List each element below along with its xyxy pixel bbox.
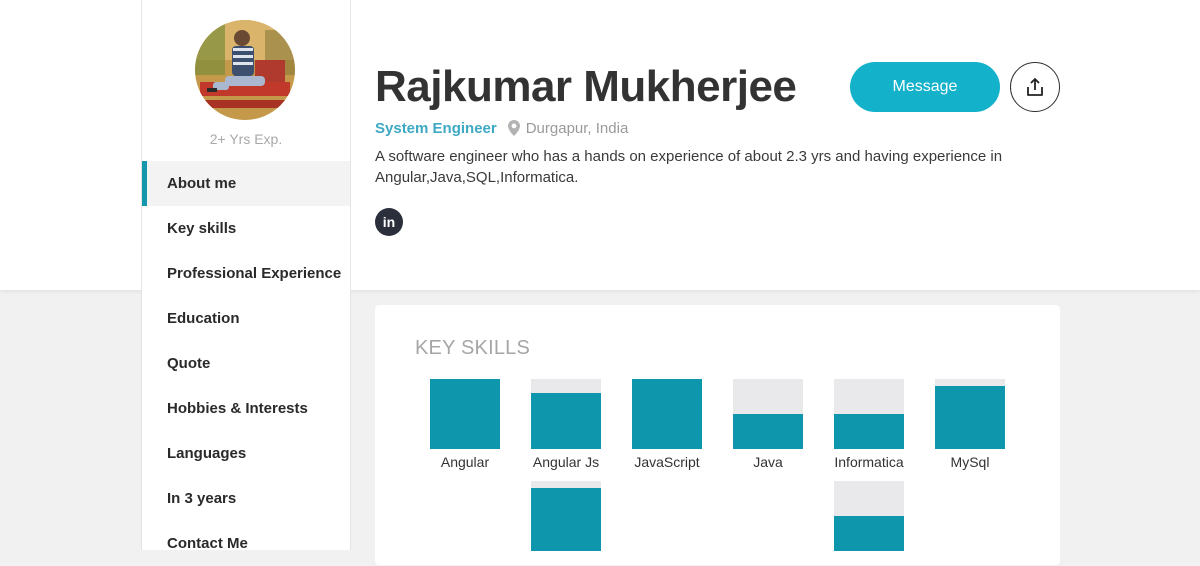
- sidebar-item-quote[interactable]: Quote: [142, 341, 350, 386]
- skill-bar-track: [834, 481, 904, 551]
- message-button[interactable]: Message: [850, 62, 1000, 112]
- avatar: [195, 20, 295, 120]
- sidebar-item-contact-me[interactable]: Contact Me: [142, 521, 350, 566]
- skill-bar-track: [531, 379, 601, 449]
- key-skills-title: KEY SKILLS: [415, 337, 531, 359]
- skill-bar-track: [430, 379, 500, 449]
- skill-bar-fill: [733, 414, 803, 449]
- skill-bar-fill: [935, 386, 1005, 449]
- key-skills-card: KEY SKILLS Angular Angular Js JavaScript Ja…: [375, 305, 1060, 565]
- linkedin-icon[interactable]: in: [375, 208, 403, 236]
- skill-label: MySql: [950, 454, 990, 470]
- share-upload-icon: [1011, 77, 1059, 97]
- skill-bar-fill: [531, 488, 601, 551]
- sidebar-item-in-3-years[interactable]: In 3 years: [142, 476, 350, 521]
- skill-bar-fill: [834, 516, 904, 551]
- sidebar-nav: About me Key skills Professional Experienc…: [142, 161, 350, 566]
- skill-label: Angular: [440, 454, 490, 470]
- sidebar-item-hobbies-interests[interactable]: Hobbies & Interests: [142, 386, 350, 431]
- skill-bar-fill: [834, 414, 904, 449]
- sidebar-item-key-skills[interactable]: Key skills: [142, 206, 350, 251]
- skill-bar-track: [531, 481, 601, 551]
- skill-bar-track: [834, 379, 904, 449]
- sidebar-item-about-me[interactable]: About me: [142, 161, 350, 206]
- skill-label: Angular Js: [532, 454, 600, 470]
- sidebar-item-languages[interactable]: Languages: [142, 431, 350, 476]
- skill-label: JavaScript: [634, 454, 700, 470]
- skill-label: Java: [753, 454, 783, 470]
- profile-meta: System Engineer Durgapur, India: [375, 120, 628, 140]
- skill-bar-fill: [430, 379, 500, 449]
- sidebar-item-professional-experience[interactable]: Professional Experience: [142, 251, 350, 296]
- sidebar: 2+ Yrs Exp. About me Key skills Profession…: [141, 0, 351, 552]
- job-title: System Engineer: [375, 120, 497, 137]
- skill-bar-fill: [632, 379, 702, 449]
- skill-bar-track: [632, 379, 702, 449]
- skill-bar-track: [733, 379, 803, 449]
- profile-bio: A software engineer who has a hands on e…: [375, 148, 1003, 186]
- experience-label: 2+ Yrs Exp.: [209, 131, 283, 147]
- sidebar-item-education[interactable]: Education: [142, 296, 350, 341]
- share-button[interactable]: [1010, 62, 1060, 112]
- skill-bar-track: [935, 379, 1005, 449]
- skill-bar-fill: [531, 393, 601, 449]
- location-pin-icon: [507, 120, 520, 140]
- skill-label: Informatica: [834, 454, 904, 470]
- profile-name: Rajkumar Mukherjee: [375, 62, 797, 111]
- location-text: Durgapur, India: [525, 120, 629, 137]
